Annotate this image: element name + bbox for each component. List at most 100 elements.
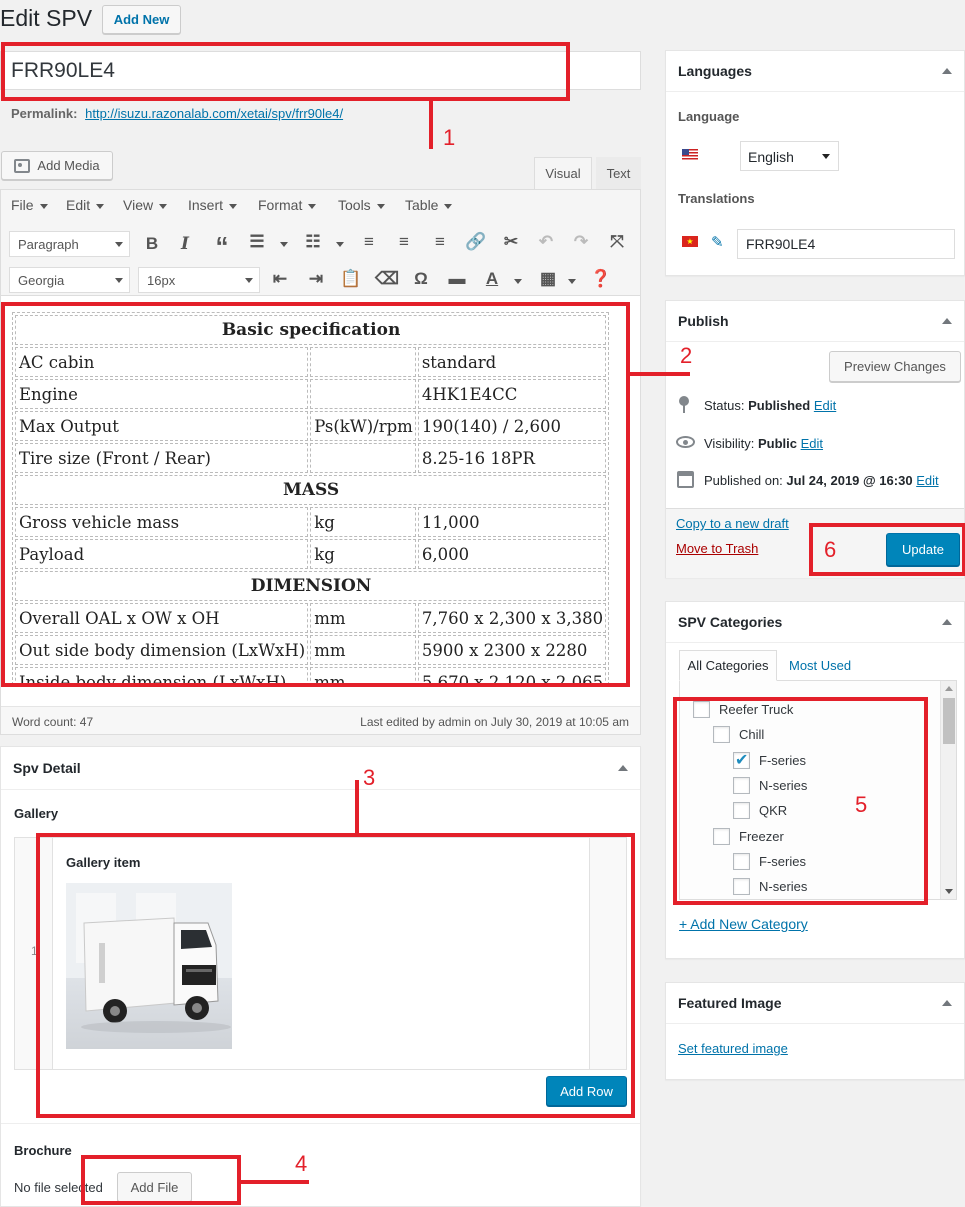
status-value: Published [748, 398, 811, 413]
language-select[interactable]: English [740, 141, 839, 171]
copy-draft-link[interactable]: Copy to a new draft [676, 516, 789, 531]
chevron-down-icon [245, 278, 253, 283]
chevron-down-icon [159, 203, 168, 209]
special-character-icon[interactable]: Ω [410, 269, 432, 289]
gallery-label: Gallery [14, 806, 59, 821]
add-new-category-link[interactable]: + Add New Category [679, 916, 808, 932]
menu-label: Edit [66, 197, 91, 213]
align-left-icon[interactable]: ≡ [358, 232, 380, 252]
menu-insert[interactable]: Insert [188, 197, 238, 213]
chevron-down-icon [115, 242, 123, 247]
chevron-down-icon[interactable] [568, 279, 576, 284]
add-media-button[interactable]: Add Media [1, 151, 113, 180]
status-edit-link[interactable]: Edit [814, 398, 836, 413]
format-select[interactable]: Paragraph [9, 231, 130, 257]
help-icon[interactable]: ❓ [590, 269, 612, 289]
bullet-list-icon[interactable]: ☰ [246, 232, 268, 252]
move-to-trash-link[interactable]: Move to Trash [676, 541, 758, 556]
status-row: Status: Published Edit [704, 398, 836, 413]
annotation-box-4 [81, 1155, 241, 1205]
font-family-select[interactable]: Georgia [9, 267, 130, 293]
annotation-box-5 [673, 697, 928, 905]
italic-icon[interactable]: I [174, 234, 196, 254]
bold-icon[interactable]: B [141, 234, 163, 254]
menu-format[interactable]: Format [258, 197, 317, 213]
menu-tools[interactable]: Tools [338, 197, 385, 213]
permalink-link[interactable]: http://isuzu.razonalab.com/xetai/spv/frr… [85, 106, 343, 121]
pencil-icon[interactable]: ✎ [711, 233, 724, 251]
menu-view[interactable]: View [123, 197, 168, 213]
fullscreen-icon[interactable]: ⤧ [606, 232, 628, 252]
annotation-number-1: 1 [443, 125, 456, 150]
annotation-box-1 [1, 42, 570, 101]
chevron-down-icon [229, 203, 238, 209]
translation-input[interactable]: FRR90LE4 [737, 229, 955, 259]
clear-formatting-icon[interactable]: ⌫ [375, 269, 399, 289]
indent-icon[interactable]: ⇥ [305, 269, 327, 289]
redo-icon[interactable]: ↷ [570, 232, 592, 252]
chevron-down-icon[interactable] [514, 279, 522, 284]
chevron-down-icon[interactable] [336, 242, 344, 247]
chevron-down-icon [822, 154, 830, 159]
translations-label: Translations [678, 191, 755, 206]
collapse-icon[interactable] [942, 1000, 952, 1006]
tab-text[interactable]: Text [596, 157, 641, 189]
font-family-value: Georgia [18, 273, 65, 288]
undo-icon[interactable]: ↶ [535, 232, 557, 252]
link-icon[interactable]: 🔗 [465, 232, 487, 252]
visibility-label: Visibility: [704, 436, 755, 451]
numbered-list-icon[interactable]: ☷ [302, 232, 324, 252]
set-featured-image-link[interactable]: Set featured image [678, 1041, 788, 1056]
menu-file[interactable]: File [11, 197, 48, 213]
language-label: Language [678, 109, 740, 124]
tab-most-used[interactable]: Most Used [789, 658, 851, 673]
permalink-label: Permalink: [11, 106, 78, 121]
paste-text-icon[interactable]: 📋 [340, 269, 362, 289]
menu-label: Format [258, 197, 303, 213]
align-center-icon[interactable]: ≡ [393, 232, 415, 252]
font-size-select[interactable]: 16px [138, 267, 260, 293]
add-new-button[interactable]: Add New [102, 5, 181, 34]
align-right-icon[interactable]: ≡ [429, 232, 451, 252]
table-icon[interactable]: ▦ [537, 269, 559, 289]
horizontal-line-icon[interactable]: ▬ [446, 269, 468, 289]
visibility-edit-link[interactable]: Edit [801, 436, 823, 451]
annotation-line-1 [429, 100, 433, 149]
published-edit-link[interactable]: Edit [916, 473, 938, 488]
published-label: Published on: [704, 473, 783, 488]
collapse-icon[interactable] [942, 68, 952, 74]
spv-detail-divider [1, 1123, 640, 1124]
preview-changes-button[interactable]: Preview Changes [829, 351, 961, 382]
scroll-up-arrow[interactable] [945, 686, 953, 691]
annotation-line-3 [355, 780, 359, 835]
text-color-icon[interactable]: A [481, 269, 503, 289]
chevron-down-icon [39, 203, 48, 209]
us-flag-icon [682, 149, 698, 160]
calendar-icon [677, 471, 694, 488]
tab-visual[interactable]: Visual [534, 157, 592, 189]
scroll-thumb[interactable] [943, 698, 955, 744]
menu-table[interactable]: Table [405, 197, 453, 213]
collapse-icon[interactable] [618, 765, 628, 771]
add-media-label: Add Media [37, 158, 100, 173]
collapse-icon[interactable] [942, 619, 952, 625]
visibility-row: Visibility: Public Edit [704, 436, 823, 451]
menu-label: File [11, 197, 34, 213]
tab-all-categories[interactable]: All Categories [679, 650, 777, 681]
chevron-down-icon [96, 203, 105, 209]
editor-statusbar: Word count: 47 Last edited by admin on J… [1, 706, 640, 734]
menu-edit[interactable]: Edit [66, 197, 105, 213]
annotation-number-3: 3 [363, 765, 376, 790]
last-edited: Last edited by admin on July 30, 2019 at… [360, 715, 629, 729]
scrollbar[interactable] [940, 681, 956, 899]
collapse-icon[interactable] [942, 318, 952, 324]
eye-icon [676, 436, 695, 448]
chevron-down-icon[interactable] [280, 242, 288, 247]
outdent-icon[interactable]: ⇤ [269, 269, 291, 289]
unlink-icon[interactable]: ✂ [500, 232, 522, 252]
annotation-box-3 [36, 833, 635, 1118]
menu-label: View [123, 197, 154, 213]
scroll-down-arrow[interactable] [945, 889, 953, 894]
chevron-down-icon [376, 203, 385, 209]
blockquote-icon[interactable]: “ [211, 231, 233, 262]
